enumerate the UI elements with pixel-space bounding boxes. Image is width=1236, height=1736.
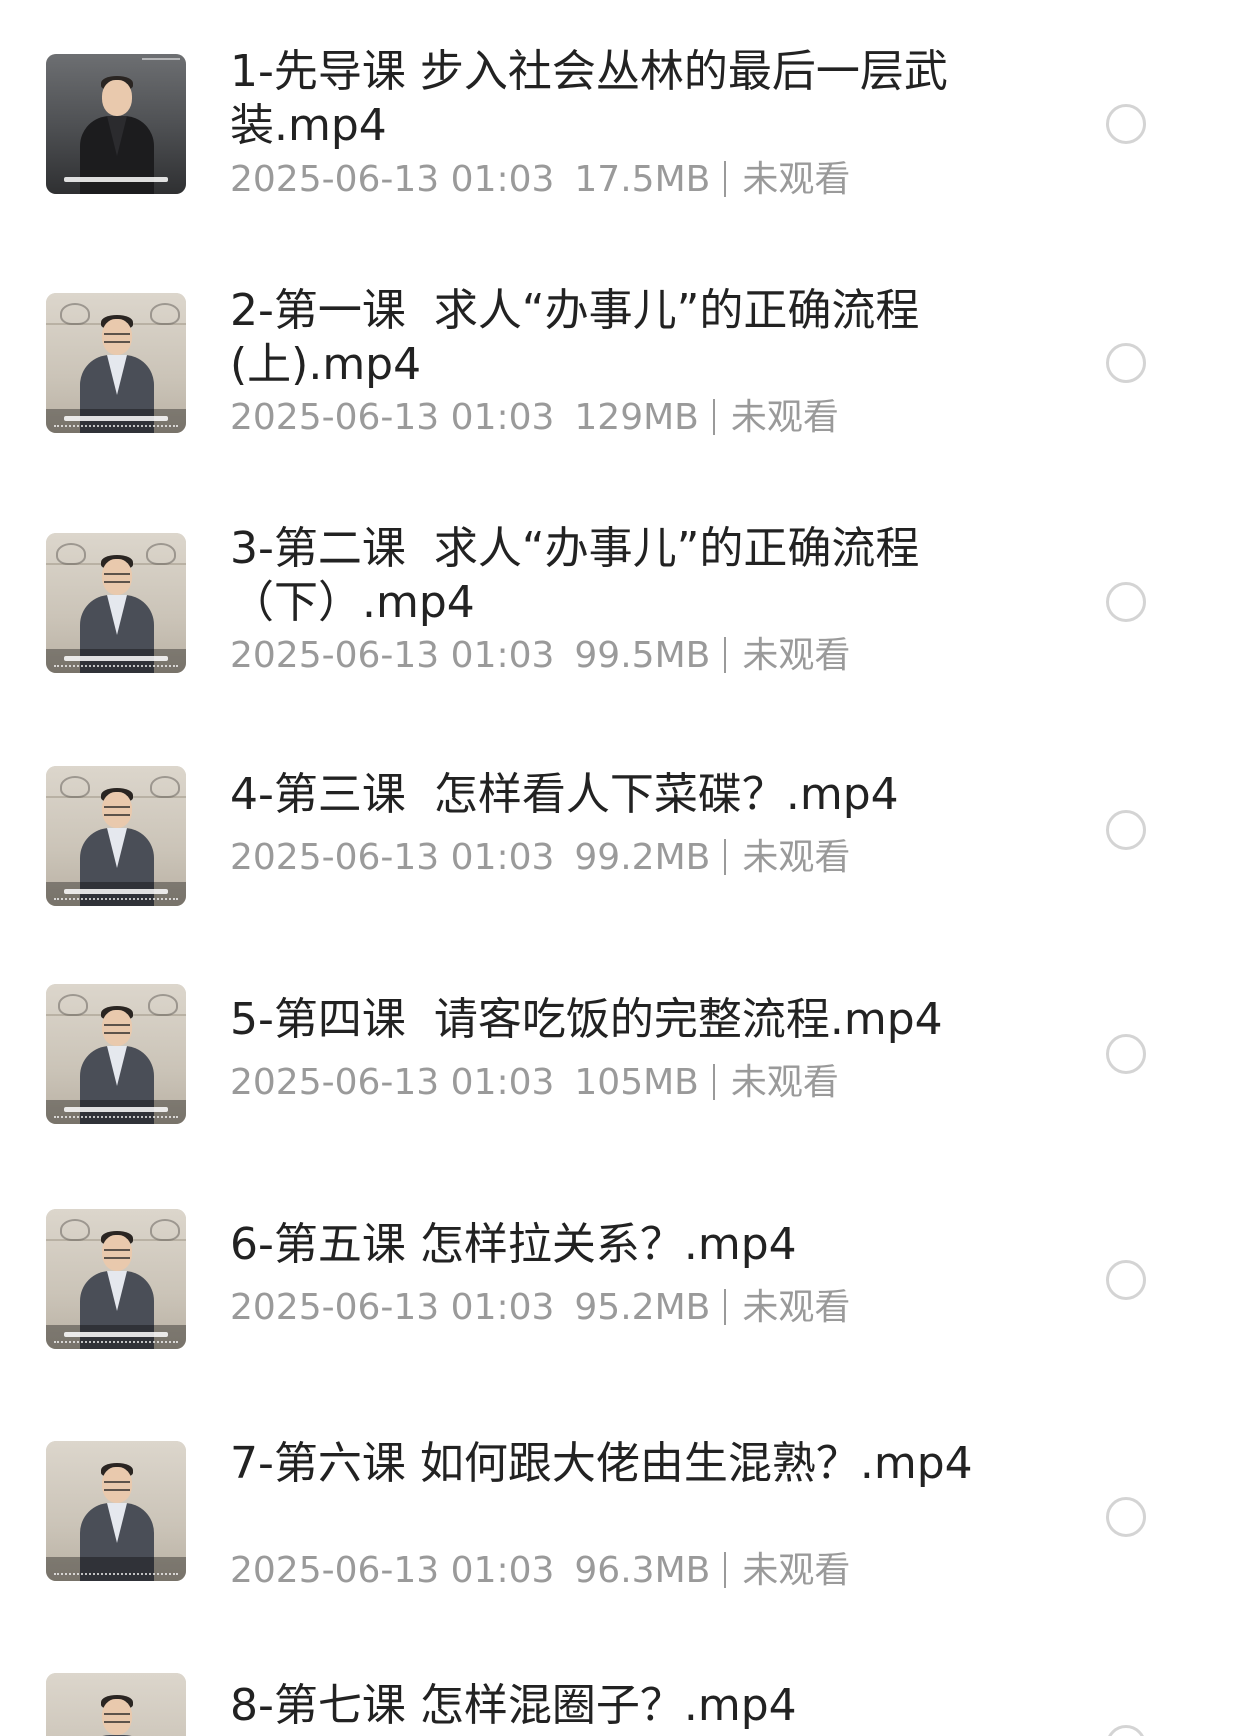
file-size: 99.5MB — [574, 635, 711, 676]
file-date: 2025-06-13 01:03 — [230, 1287, 555, 1328]
meta-divider — [724, 1552, 727, 1588]
thumbnail-glasses — [104, 1481, 130, 1491]
thumbnail-decor — [60, 776, 90, 798]
thumbnail-caption — [64, 177, 168, 182]
thumbnail-caption — [64, 889, 168, 894]
file-size: 99.2MB — [574, 837, 711, 878]
video-thumbnail[interactable] — [46, 766, 186, 906]
thumbnail-decor — [148, 994, 178, 1016]
file-meta: 2025-06-13 01:03 129MB 未观看 — [230, 396, 990, 440]
file-date: 2025-06-13 01:03 — [230, 1550, 555, 1591]
thumbnail-glasses — [104, 333, 130, 343]
thumbnail-decor — [150, 303, 180, 325]
file-meta: 2025-06-13 01:03 105MB 未观看 — [230, 1061, 990, 1105]
file-title[interactable]: 8-第七课 怎样混圈子？.mp4 — [230, 1679, 990, 1733]
list-item[interactable]: 5-第四课 请客吃饭的完整流程.mp4 2025-06-13 01:03 105M… — [0, 945, 1236, 1170]
file-date: 2025-06-13 01:03 — [230, 1062, 555, 1103]
list-item[interactable]: 4-第三课 怎样看人下菜碟？.mp4 2025-06-13 01:03 99.2M… — [0, 720, 1236, 945]
thumbnail-subcaption — [54, 1116, 178, 1121]
select-radio[interactable] — [1106, 104, 1146, 144]
file-meta: 2025-06-13 01:03 95.2MB 未观看 — [230, 1286, 990, 1330]
watch-status: 未观看 — [730, 1062, 839, 1103]
thumbnail-decor — [150, 776, 180, 798]
thumbnail-subcaption — [54, 1341, 178, 1346]
thumbnail-caption — [64, 656, 168, 661]
thumbnail-subcaption — [54, 1573, 178, 1578]
meta-divider — [724, 161, 727, 197]
select-radio[interactable] — [1106, 582, 1146, 622]
thumbnail-subcaption — [54, 898, 178, 903]
file-size: 105MB — [574, 1062, 699, 1103]
meta-divider — [712, 399, 715, 435]
thumbnail-decor — [150, 1219, 180, 1241]
thumbnail-glasses — [104, 573, 130, 583]
list-item[interactable]: 1-先导课 步入社会丛林的最后一层武装.mp4 2025-06-13 01:03… — [0, 0, 1236, 240]
meta-divider — [724, 839, 727, 875]
file-date: 2025-06-13 01:03 — [230, 159, 555, 200]
thumbnail-caption — [64, 1332, 168, 1337]
file-title[interactable]: 2-第一课 求人“办事儿”的正确流程(上).mp4 — [230, 284, 990, 392]
select-radio[interactable] — [1106, 343, 1146, 383]
file-title[interactable]: 5-第四课 请客吃饭的完整流程.mp4 — [230, 993, 990, 1047]
select-radio[interactable] — [1106, 1260, 1146, 1300]
file-title[interactable]: 7-第六课 如何跟大佬由生混熟？.mp4 — [230, 1437, 990, 1491]
video-thumbnail[interactable] — [46, 293, 186, 433]
thumbnail-caption — [64, 416, 168, 421]
list-item[interactable]: 8-第七课 怎样混圈子？.mp4 — [0, 1635, 1236, 1736]
thumbnail-decor — [146, 543, 176, 565]
file-meta: 2025-06-13 01:03 96.3MB 未观看 — [230, 1549, 990, 1593]
list-item[interactable]: 7-第六课 如何跟大佬由生混熟？.mp4 2025-06-13 01:03 96.… — [0, 1395, 1236, 1635]
file-size: 95.2MB — [574, 1287, 711, 1328]
watch-status: 未观看 — [730, 397, 839, 438]
video-thumbnail[interactable] — [46, 1673, 186, 1736]
select-radio[interactable] — [1106, 810, 1146, 850]
video-thumbnail[interactable] — [46, 533, 186, 673]
file-size: 129MB — [574, 397, 699, 438]
thumbnail-glasses — [104, 1024, 130, 1034]
watch-status: 未观看 — [742, 1287, 851, 1328]
select-radio[interactable] — [1106, 1725, 1146, 1736]
thumbnail-caption — [64, 1107, 168, 1112]
select-radio[interactable] — [1106, 1497, 1146, 1537]
file-title[interactable]: 4-第三课 怎样看人下菜碟？.mp4 — [230, 768, 990, 822]
file-title[interactable]: 6-第五课 怎样拉关系？.mp4 — [230, 1218, 990, 1272]
thumbnail-glasses — [104, 806, 130, 816]
file-list: 1-先导课 步入社会丛林的最后一层武装.mp4 2025-06-13 01:03… — [0, 0, 1236, 1736]
thumbnail-decor — [60, 1219, 90, 1241]
file-size: 96.3MB — [574, 1550, 711, 1591]
file-date: 2025-06-13 01:03 — [230, 837, 555, 878]
watch-status: 未观看 — [742, 1550, 851, 1591]
video-thumbnail[interactable] — [46, 54, 186, 194]
video-thumbnail[interactable] — [46, 1441, 186, 1581]
meta-divider — [724, 637, 727, 673]
meta-divider — [724, 1289, 727, 1325]
video-thumbnail[interactable] — [46, 984, 186, 1124]
file-date: 2025-06-13 01:03 — [230, 397, 555, 438]
watch-status: 未观看 — [742, 635, 851, 676]
meta-divider — [712, 1064, 715, 1100]
file-meta: 2025-06-13 01:03 99.5MB 未观看 — [230, 634, 990, 678]
watch-status: 未观看 — [742, 159, 851, 200]
thumbnail-glasses — [104, 1713, 130, 1723]
thumbnail-decor — [56, 543, 86, 565]
file-title[interactable]: 1-先导课 步入社会丛林的最后一层武装.mp4 — [230, 45, 990, 153]
file-title[interactable]: 3-第二课 求人“办事儿”的正确流程（下）.mp4 — [230, 522, 990, 630]
file-meta: 2025-06-13 01:03 99.2MB 未观看 — [230, 836, 990, 880]
file-meta: 2025-06-13 01:03 17.5MB 未观看 — [230, 158, 990, 202]
list-item[interactable]: 6-第五课 怎样拉关系？.mp4 2025-06-13 01:03 95.2MB 未… — [0, 1170, 1236, 1395]
list-item[interactable]: 2-第一课 求人“办事儿”的正确流程(上).mp4 2025-06-13 01:… — [0, 240, 1236, 480]
thumbnail-subcaption — [54, 665, 178, 670]
thumbnail-glasses — [104, 1249, 130, 1259]
video-thumbnail[interactable] — [46, 1209, 186, 1349]
file-size: 17.5MB — [574, 159, 711, 200]
thumbnail-subcaption — [54, 425, 178, 430]
file-date: 2025-06-13 01:03 — [230, 635, 555, 676]
thumbnail-person-head — [102, 80, 132, 116]
thumbnail-decor — [60, 303, 90, 325]
thumbnail-decor — [58, 994, 88, 1016]
list-item[interactable]: 3-第二课 求人“办事儿”的正确流程（下）.mp4 2025-06-13 01:… — [0, 480, 1236, 720]
watch-status: 未观看 — [742, 837, 851, 878]
thumbnail-logo — [142, 58, 180, 68]
select-radio[interactable] — [1106, 1034, 1146, 1074]
